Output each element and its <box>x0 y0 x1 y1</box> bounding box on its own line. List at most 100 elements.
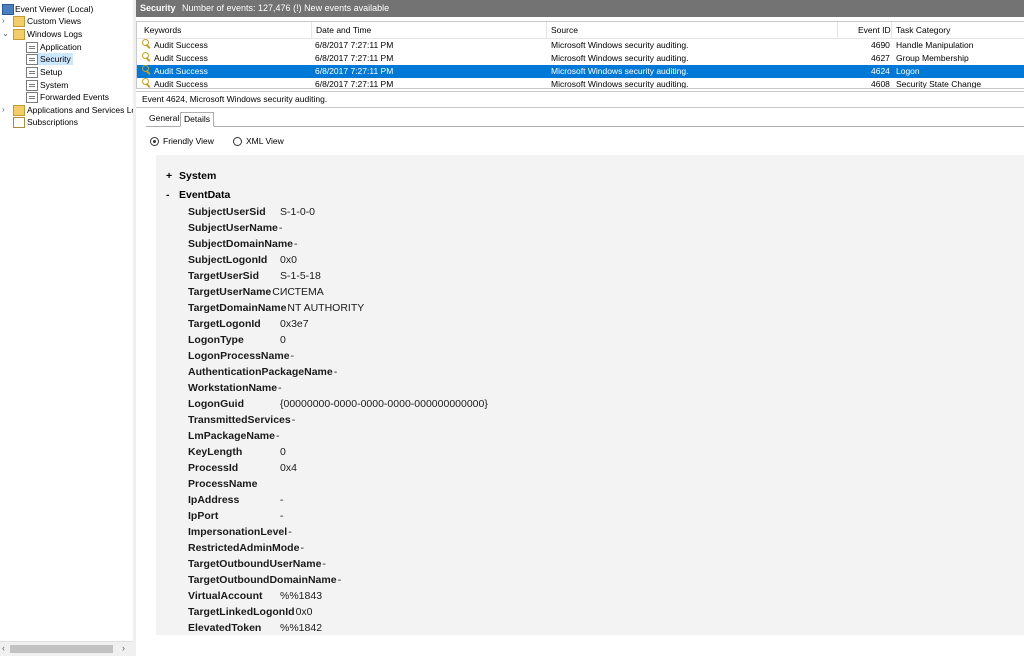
field-name: AuthenticationPackageName <box>188 366 333 378</box>
field-value: 0x4 <box>280 462 297 474</box>
field-name: ProcessId <box>188 462 239 474</box>
expand-toggle[interactable]: + <box>166 168 172 184</box>
field-name: SubjectUserSid <box>188 206 266 218</box>
scroll-left-icon[interactable]: ‹ <box>2 643 5 653</box>
field-value: NT AUTHORITY <box>287 302 365 314</box>
radio-empty-icon <box>233 137 242 146</box>
cell-datetime: 6/8/2017 7:27:11 PM <box>315 79 394 89</box>
cell-datetime: 6/8/2017 7:27:11 PM <box>315 40 394 50</box>
column-divider[interactable] <box>837 22 838 38</box>
field-value: %%1843 <box>280 590 323 602</box>
eventdata-field-row: KeyLength 0 <box>188 444 286 460</box>
folder-icon <box>13 29 25 40</box>
collapse-toggle[interactable]: - <box>166 187 170 203</box>
grid-header: Keywords Date and Time Source Event ID T… <box>137 22 1024 39</box>
column-divider[interactable] <box>311 22 312 38</box>
cell-datetime: 6/8/2017 7:27:11 PM <box>315 66 394 76</box>
eventdata-field-row: LogonGuid {00000000-0000-0000-0000-000000… <box>188 396 488 412</box>
eventdata-field-row: SubjectUserName- <box>188 220 282 236</box>
tree-item-security[interactable]: Security <box>26 53 126 65</box>
column-header-keywords[interactable]: Keywords <box>144 22 181 38</box>
table-row[interactable]: Audit Success 6/8/2017 7:27:11 PM Micros… <box>137 52 1024 65</box>
scroll-right-icon[interactable]: › <box>122 643 125 653</box>
tree-label: Applications and Services Lo <box>27 105 134 115</box>
column-header-source[interactable]: Source <box>551 22 578 38</box>
eventdata-field-row: LmPackageName- <box>188 428 279 444</box>
tree-label: Forwarded Events <box>40 92 109 102</box>
key-icon <box>142 39 151 48</box>
field-name: TargetOutboundDomainName <box>188 574 337 586</box>
log-title: Security <box>140 3 176 13</box>
tab-divider <box>146 126 1024 127</box>
field-value: - <box>275 430 280 442</box>
field-name: RestrictedAdminMode <box>188 542 300 554</box>
tree-item-system[interactable]: System <box>26 79 126 91</box>
section-label: System <box>179 170 217 182</box>
friendly-view-radio[interactable]: Friendly View <box>150 135 220 147</box>
column-header-event-id[interactable]: Event ID <box>858 22 891 38</box>
field-value: - <box>278 382 282 394</box>
eventdata-field-row: ProcessId 0x4 <box>188 460 297 476</box>
log-icon <box>26 54 38 65</box>
radio-label: Friendly View <box>163 136 214 146</box>
eventdata-field-row: TargetLinkedLogonId0x0 <box>188 604 313 620</box>
folder-icon <box>13 105 25 116</box>
cell-source: Microsoft Windows security auditing. <box>551 66 689 76</box>
expand-arrow-icon[interactable]: › <box>2 104 5 116</box>
collapse-arrow-icon[interactable]: ⌄ <box>2 28 9 40</box>
table-row-selected[interactable]: Audit Success 6/8/2017 7:27:11 PM Micros… <box>137 65 1024 78</box>
cell-keywords: Audit Success <box>154 53 208 63</box>
expand-arrow-icon[interactable]: › <box>2 15 5 27</box>
cell-source: Microsoft Windows security auditing. <box>551 53 689 63</box>
field-value: - <box>278 222 283 234</box>
field-name: LogonProcessName <box>188 350 290 362</box>
field-value: 0x3e7 <box>280 318 309 330</box>
cell-task-category: Security State Change <box>896 79 982 89</box>
field-value: - <box>294 238 298 250</box>
tree-label: System <box>40 80 69 90</box>
field-name: SubjectUserName <box>188 222 278 234</box>
field-name: LogonType <box>188 334 244 346</box>
log-title-bar: Security Number of events: 127,476 (!) N… <box>136 0 1024 17</box>
eventdata-field-row: TargetUserSid S-1-5-18 <box>188 268 321 284</box>
column-divider[interactable] <box>546 22 547 38</box>
field-name: TargetOutboundUserName <box>188 558 322 570</box>
eventdata-field-row: IpPort - <box>188 508 284 524</box>
table-row[interactable]: Audit Success 6/8/2017 7:27:11 PM Micros… <box>137 78 1024 89</box>
field-name: VirtualAccount <box>188 590 263 602</box>
scrollbar-thumb[interactable] <box>10 645 113 653</box>
eventdata-field-row: SubjectDomainName- <box>188 236 298 252</box>
field-value: 0x0 <box>295 606 313 618</box>
table-row[interactable]: Audit Success 6/8/2017 7:27:11 PM Micros… <box>137 39 1024 52</box>
field-name: TargetLinkedLogonId <box>188 606 295 618</box>
friendly-view-content: + System - EventData SubjectUserSid S-1-0… <box>156 155 1024 635</box>
cell-source: Microsoft Windows security auditing. <box>551 40 689 50</box>
column-header-task-category[interactable]: Task Category <box>896 22 950 38</box>
xml-view-radio[interactable]: XML View <box>233 135 293 147</box>
tree-item-setup[interactable]: Setup <box>26 66 126 78</box>
tree-label: Setup <box>40 67 63 77</box>
tree-item-subscriptions[interactable]: Subscriptions <box>2 116 122 128</box>
event-count-status: Number of events: 127,476 (!) New events… <box>182 3 390 13</box>
field-name: ProcessName <box>188 478 258 490</box>
column-divider[interactable] <box>891 22 892 38</box>
field-name: LmPackageName <box>188 430 275 442</box>
eventdata-field-row: ProcessName <box>188 476 257 492</box>
field-name: TargetDomainName <box>188 302 287 314</box>
field-name: ElevatedToken <box>188 622 262 634</box>
field-value: {00000000-0000-0000-0000-000000000000} <box>280 398 488 410</box>
tree-item-forwarded-events[interactable]: Forwarded Events <box>26 91 126 103</box>
log-icon <box>26 80 38 91</box>
tab-general[interactable]: General <box>146 112 182 125</box>
tab-details[interactable]: Details <box>180 112 214 127</box>
tree-item-applications-and-services[interactable]: › Applications and Services Lo <box>2 104 133 116</box>
field-value: СИСТЕМА <box>272 286 324 298</box>
field-value: - <box>288 526 292 538</box>
field-value: 0 <box>280 446 286 458</box>
tree-item-application[interactable]: Application <box>26 41 126 53</box>
tree-horizontal-scrollbar[interactable]: ‹ › <box>0 641 133 656</box>
column-header-date-time[interactable]: Date and Time <box>316 22 371 38</box>
tree-item-windows-logs[interactable]: ⌄ Windows Logs <box>2 28 122 40</box>
tree-item-custom-views[interactable]: › Custom Views <box>2 15 122 27</box>
eventdata-field-row: TargetLogonId 0x3e7 <box>188 316 309 332</box>
